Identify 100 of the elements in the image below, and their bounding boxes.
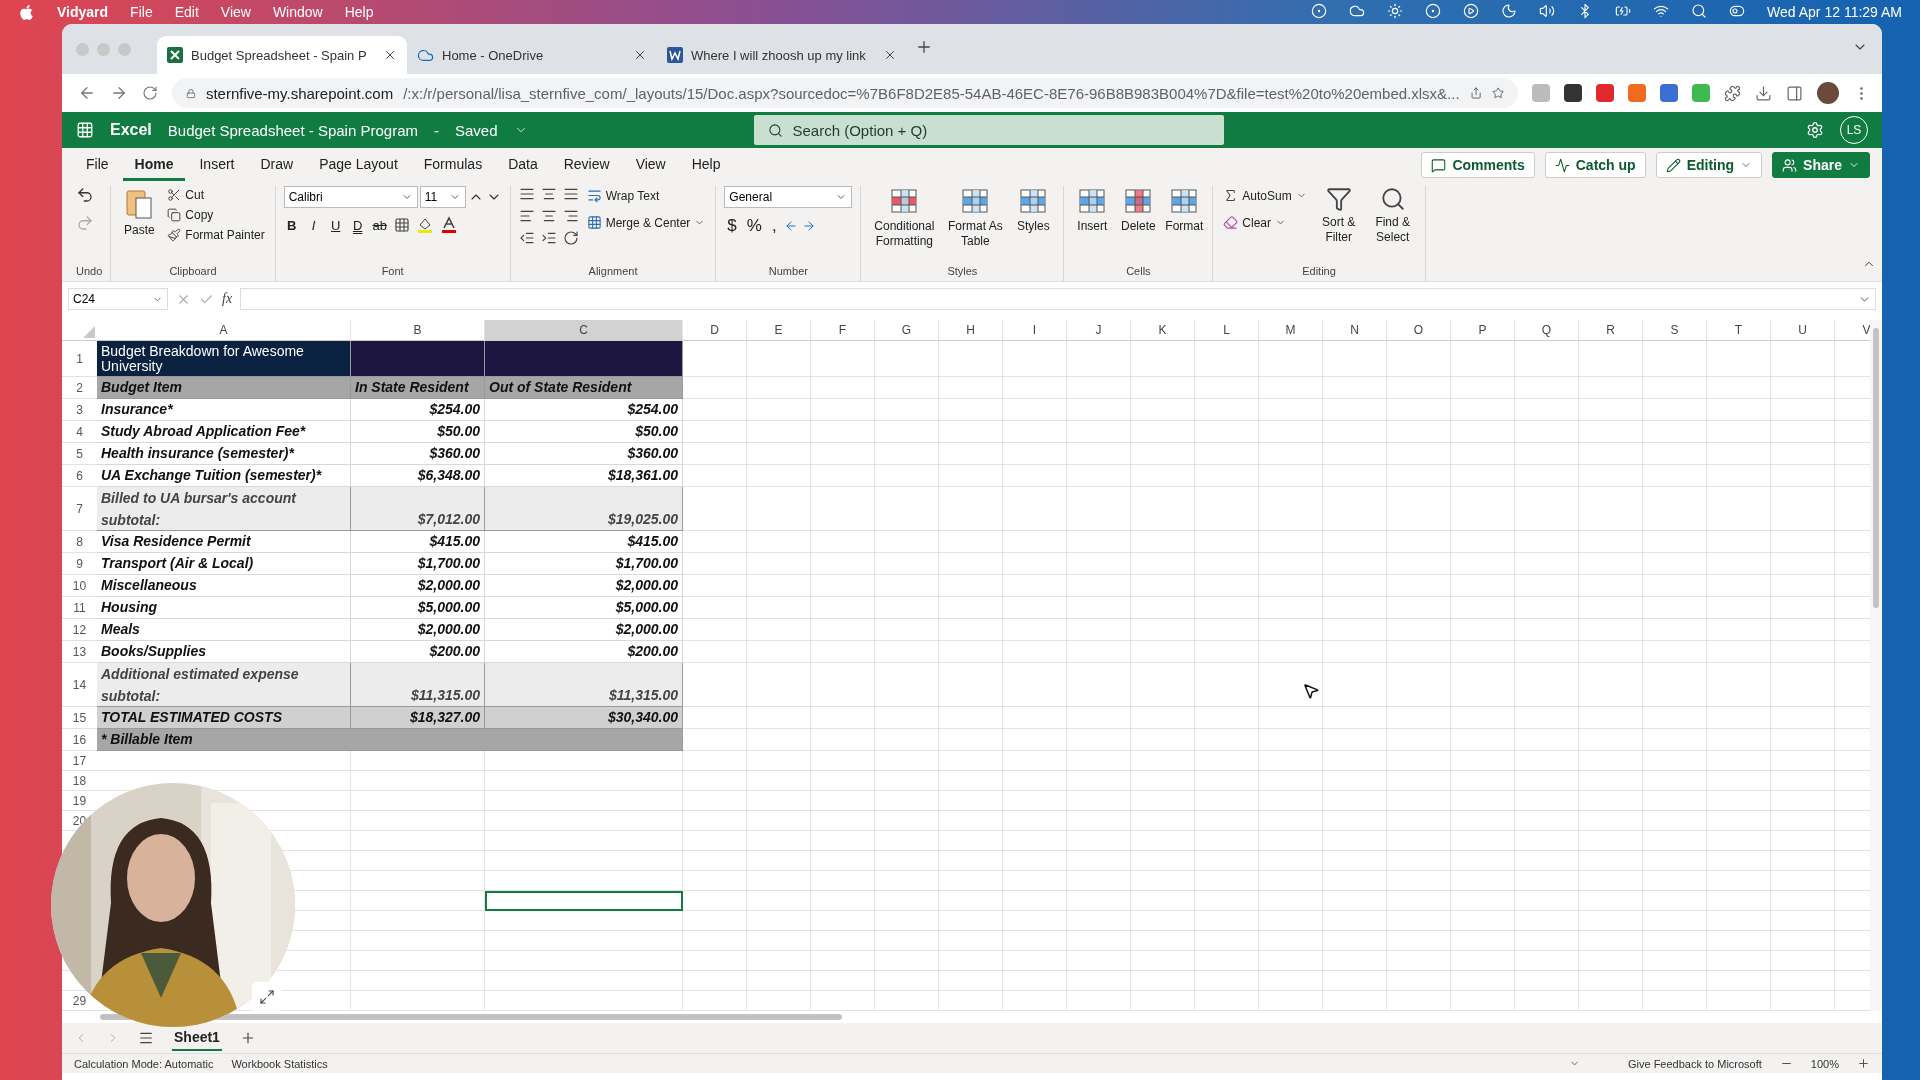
column-header[interactable]: Q <box>1515 320 1579 341</box>
column-header[interactable]: D <box>683 320 747 341</box>
app-launcher-icon[interactable] <box>76 121 94 139</box>
column-header[interactable]: L <box>1195 320 1259 341</box>
ribbon-button[interactable]: Delete <box>1118 186 1159 234</box>
share-icon[interactable] <box>1469 85 1482 101</box>
ribbon-tab[interactable]: Data <box>496 149 550 181</box>
document-title[interactable]: Budget Spreadsheet - Spain Program <box>167 121 418 139</box>
close-icon[interactable] <box>633 48 647 62</box>
comments-button[interactable]: Comments <box>1421 152 1535 178</box>
zoom-in-icon[interactable] <box>1857 1057 1870 1070</box>
font-style-button[interactable]: ab <box>371 217 388 233</box>
paste-button[interactable]: Paste <box>119 186 160 238</box>
row-header[interactable]: 11 <box>73 600 86 615</box>
increase-decimal-icon[interactable] <box>801 219 816 233</box>
volume-icon[interactable] <box>1539 2 1556 19</box>
profile-avatar[interactable] <box>1817 82 1839 104</box>
font-style-button[interactable]: B <box>283 217 300 233</box>
clear-button[interactable]: Clear <box>1221 213 1309 232</box>
status-icon[interactable] <box>1425 2 1442 19</box>
status-icon[interactable] <box>1311 2 1328 19</box>
extension-icon[interactable] <box>1564 84 1582 102</box>
font-style-button[interactable]: U <box>327 217 344 233</box>
font-name-field[interactable]: Calibri <box>283 186 418 208</box>
column-header[interactable]: F <box>811 320 875 341</box>
clipboard-button[interactable]: Copy <box>165 206 267 224</box>
ribbon-tab[interactable]: Help <box>679 149 733 181</box>
row-header[interactable]: 7 <box>76 501 83 516</box>
feedback-link[interactable]: Give Feedback to Microsoft <box>1627 1057 1762 1070</box>
menu-item[interactable]: Help <box>344 4 374 20</box>
clipboard-button[interactable]: Cut <box>165 186 267 204</box>
column-header[interactable]: R <box>1579 320 1643 341</box>
status-text[interactable]: Calculation Mode: Automatic <box>74 1057 214 1070</box>
search-field[interactable]: Search (Option + Q) <box>753 115 1224 145</box>
column-header[interactable]: S <box>1643 320 1707 341</box>
clock[interactable]: Wed Apr 12 11:29 AM <box>1767 4 1902 20</box>
play-icon[interactable] <box>1463 2 1480 19</box>
row-header[interactable]: 2 <box>76 380 83 395</box>
row-header[interactable]: 9 <box>76 556 83 571</box>
column-header[interactable]: O <box>1387 320 1451 341</box>
column-header[interactable]: U <box>1771 320 1835 341</box>
column-header[interactable]: M <box>1259 320 1323 341</box>
row-header[interactable]: 5 <box>76 446 83 461</box>
column-header[interactable]: J <box>1067 320 1131 341</box>
ribbon-button[interactable]: Conditional Formatting <box>869 186 940 249</box>
moon-icon[interactable] <box>1501 2 1518 19</box>
app-name[interactable]: Excel <box>110 121 152 139</box>
ribbon-button[interactable]: Format As Table <box>945 186 1006 249</box>
row-header[interactable]: 29 <box>72 993 87 1008</box>
zoom-level[interactable]: 100% <box>1810 1057 1839 1070</box>
ribbon-button[interactable]: Find & Select <box>1368 186 1417 245</box>
close-icon[interactable] <box>383 48 397 62</box>
forward-icon[interactable] <box>110 84 128 102</box>
ribbon-tab[interactable]: Draw <box>248 149 306 181</box>
row-header[interactable]: 10 <box>72 578 87 593</box>
browser-tab[interactable]: Home - OneDrive <box>407 36 657 74</box>
search-icon[interactable] <box>1691 2 1708 19</box>
column-header[interactable]: K <box>1131 320 1195 341</box>
row-header[interactable]: 18 <box>72 773 87 788</box>
font-style-button[interactable]: D <box>349 217 366 233</box>
sun-icon[interactable] <box>1387 2 1404 19</box>
row-header[interactable]: 14 <box>72 677 87 692</box>
expand-button[interactable] <box>252 982 282 1012</box>
ribbon-tab[interactable]: View <box>623 149 678 181</box>
row-header[interactable]: 3 <box>76 402 83 417</box>
star-icon[interactable] <box>1491 85 1504 101</box>
ribbon-tab[interactable]: Formulas <box>411 149 495 181</box>
font-color-icon[interactable] <box>439 216 458 234</box>
column-header[interactable]: H <box>939 320 1003 341</box>
selected-cell[interactable] <box>485 891 683 911</box>
puzzle-icon[interactable] <box>1724 84 1741 102</box>
row-header[interactable]: 15 <box>72 710 87 725</box>
row-header[interactable]: 13 <box>72 644 87 659</box>
status-text[interactable]: Workbook Statistics <box>231 1057 328 1070</box>
editing-button[interactable]: Editing <box>1655 152 1763 178</box>
function-button[interactable]: fx <box>222 291 233 307</box>
wrap-text-button[interactable]: Wrap Text <box>584 186 708 205</box>
menu-item[interactable]: Window <box>272 4 323 20</box>
browser-tab[interactable]: Where I will zhoosh up my link <box>657 36 907 74</box>
border-icon[interactable] <box>393 217 410 233</box>
row-header[interactable]: 16 <box>72 732 87 747</box>
new-tab-icon[interactable] <box>915 38 933 56</box>
column-header[interactable]: T <box>1707 320 1771 341</box>
row-header[interactable]: 12 <box>72 622 87 637</box>
column-header[interactable]: C <box>485 320 683 341</box>
column-header[interactable]: I <box>1003 320 1067 341</box>
download-icon[interactable] <box>1755 84 1772 102</box>
row-header[interactable]: 8 <box>76 534 83 549</box>
formula-field[interactable] <box>240 288 1876 310</box>
ribbon-tab[interactable]: File <box>74 149 121 181</box>
number-format-button[interactable]: $ <box>724 216 740 236</box>
decrease-decimal-icon[interactable] <box>783 219 798 233</box>
column-header[interactable]: A <box>97 320 351 341</box>
fill-color-icon[interactable] <box>415 216 434 234</box>
sheet-list-icon[interactable] <box>138 1030 154 1046</box>
clipboard-button[interactable]: Format Painter <box>165 226 267 244</box>
merge-center-button[interactable]: Merge & Center <box>584 213 708 232</box>
extension-icon[interactable] <box>1660 84 1678 102</box>
row-header[interactable]: 6 <box>76 468 83 483</box>
address-bar[interactable]: sternfive-my.sharepoint.com /:x:/r/personal/lisa_sternfive_com/_layouts/15/Doc.aspx?sourcedoc=%7B6F8D2E85-54AB-46EC-8E76-96B8B983B004%7D&file=test%20to%20embed.xlsx&... <box>172 78 1518 108</box>
